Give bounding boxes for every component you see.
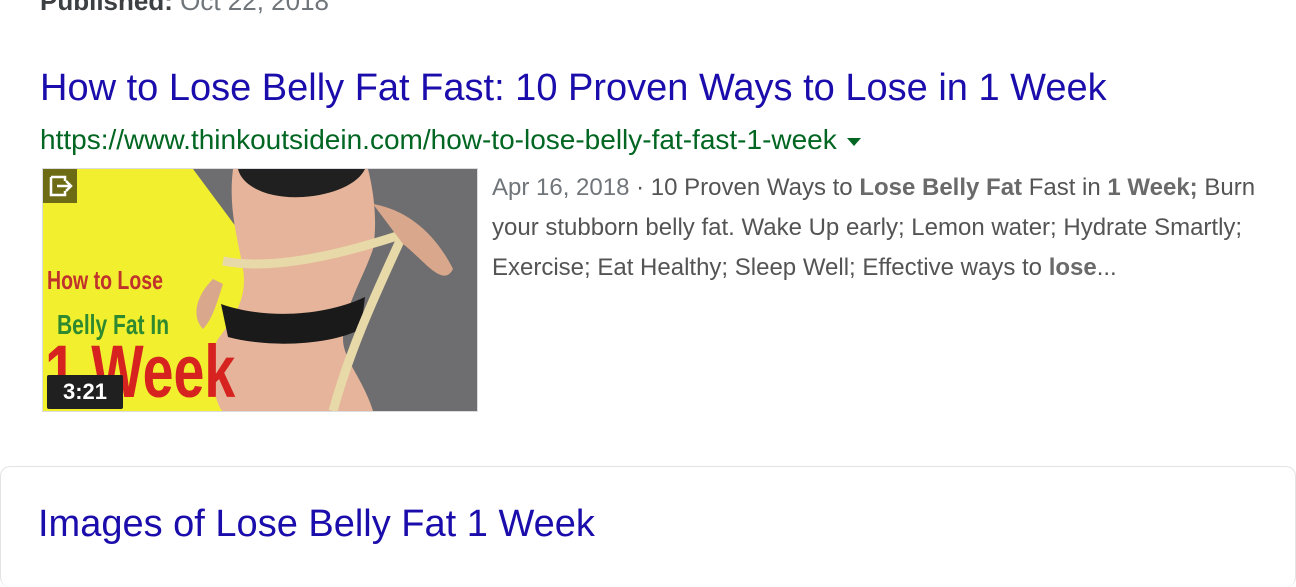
snippet-bold-2: 1 Week; — [1107, 174, 1198, 201]
snippet-date: Apr 16, 2018 — [492, 174, 630, 201]
url-dropdown-caret-icon[interactable] — [846, 137, 861, 146]
published-label: Published: — [40, 0, 173, 16]
snippet-bold-3: lose — [1048, 254, 1097, 281]
published-date: Oct 22, 2018 — [180, 0, 330, 16]
share-icon[interactable] — [43, 169, 77, 203]
result-url-text[interactable]: https://www.thinkoutsidein.com/how-to-lo… — [40, 124, 837, 155]
video-thumbnail[interactable]: How to Lose Belly Fat In 1 Week 3:21 — [42, 168, 478, 412]
images-section-title-link[interactable]: Images of Lose Belly Fat 1 Week — [38, 498, 595, 550]
result-url[interactable]: https://www.thinkoutsidein.com/how-to-lo… — [40, 120, 861, 160]
snippet-text-2: Fast in — [1022, 174, 1108, 201]
snippet-ellipsis: ... — [1096, 254, 1117, 281]
result-snippet: Apr 16, 2018 · 10 Proven Ways to Lose Be… — [492, 168, 1272, 288]
snippet-text-1: 10 Proven Ways to — [650, 174, 860, 201]
snippet-separator: · — [629, 174, 651, 201]
result-title-link[interactable]: How to Lose Belly Fat Fast: 10 Proven Wa… — [40, 64, 1107, 112]
previous-result-published: Published: Oct 22, 2018 — [40, 0, 329, 17]
video-duration-badge: 3:21 — [47, 375, 123, 409]
thumbnail-text-line1: How to Lose — [47, 265, 163, 295]
snippet-bold-1: Lose Belly Fat — [859, 174, 1023, 201]
